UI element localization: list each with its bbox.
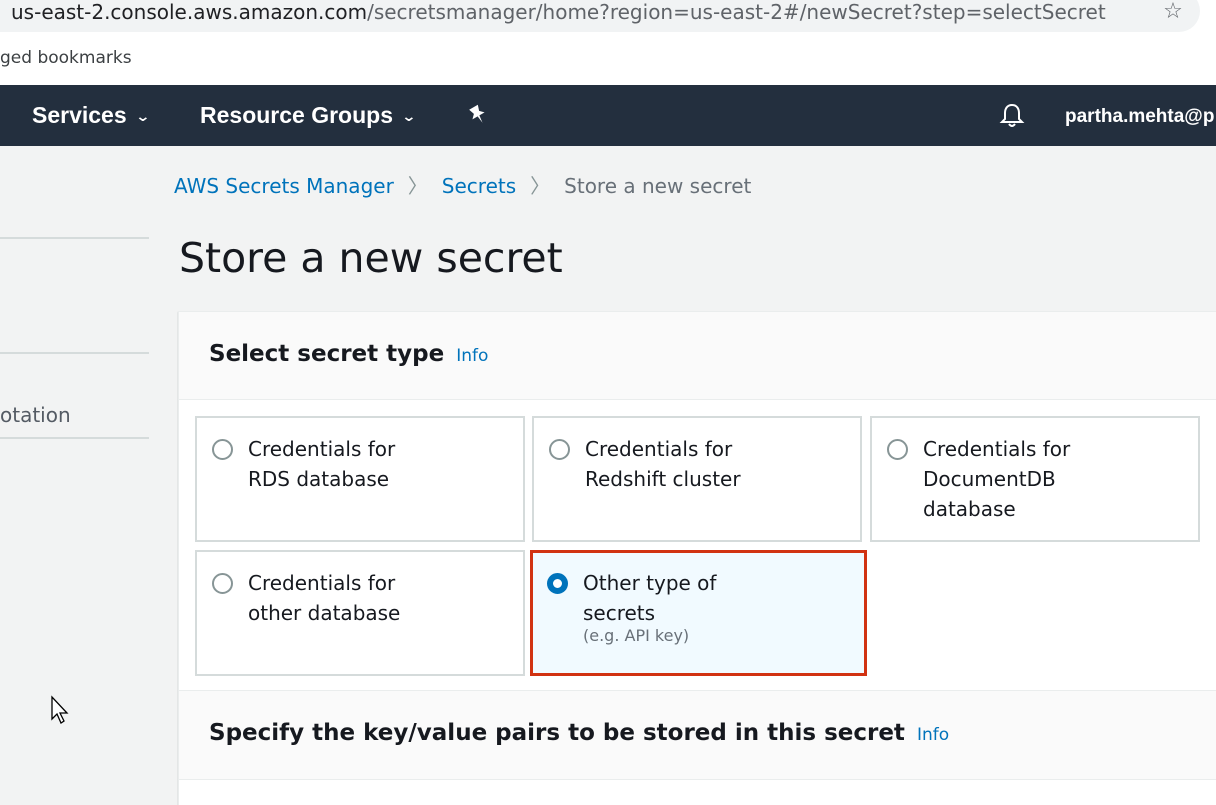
url-host: us-east-2.console.aws.amazon.com xyxy=(11,0,368,24)
option-label: Credentials for RDS database xyxy=(248,434,508,494)
panel-header: Select secret type Info xyxy=(179,312,1216,400)
option-label: Credentials for Redshift cluster xyxy=(585,434,845,494)
info-link[interactable]: Info xyxy=(917,725,949,745)
option-rds-database[interactable]: Credentials for RDS database xyxy=(195,416,525,542)
bell-icon[interactable] xyxy=(998,101,1026,129)
bookmark-star-icon[interactable]: ☆ xyxy=(1161,0,1185,24)
option-redshift-cluster[interactable]: Credentials for Redshift cluster xyxy=(532,416,862,542)
option-label: Credentials for DocumentDB database xyxy=(923,434,1183,524)
option-label: Credentials for other database xyxy=(248,568,508,628)
bookmarks-bar: ged bookmarks xyxy=(0,40,1216,85)
services-label: Services xyxy=(32,102,127,128)
managed-bookmarks-label[interactable]: ged bookmarks xyxy=(0,48,132,68)
breadcrumb-secrets-manager[interactable]: AWS Secrets Manager xyxy=(174,174,394,198)
resource-groups-label: Resource Groups xyxy=(200,102,393,128)
option-line: RDS database xyxy=(248,467,390,491)
panel-title: Select secret type Info xyxy=(209,341,488,367)
radio-button[interactable] xyxy=(212,439,233,460)
user-menu[interactable]: partha.mehta@p xyxy=(1065,85,1214,146)
url-path: /secretsmanager/home?region=us-east-2#/n… xyxy=(367,0,1106,24)
select-secret-type-title: Select secret type xyxy=(209,341,445,367)
breadcrumb: AWS Secrets Manager 〉 Secrets 〉 Store a new … xyxy=(174,170,751,198)
sidebar-divider xyxy=(0,437,149,439)
mouse-cursor-icon xyxy=(51,695,69,724)
page-title: Store a new secret xyxy=(179,234,563,282)
key-value-section-header: Specify the key/value pairs to be stored… xyxy=(179,690,1216,780)
option-line: Redshift cluster xyxy=(585,467,741,491)
option-other-database[interactable]: Credentials for other database xyxy=(195,550,525,676)
sidebar-divider xyxy=(0,352,149,354)
key-value-title: Specify the key/value pairs to be stored… xyxy=(209,720,905,746)
option-line: secrets xyxy=(583,601,656,625)
radio-button[interactable] xyxy=(549,439,570,460)
chevron-right-icon: 〉 xyxy=(530,174,551,198)
option-documentdb-database[interactable]: Credentials for DocumentDB database xyxy=(870,416,1200,542)
key-value-title-row: Specify the key/value pairs to be stored… xyxy=(209,720,949,746)
option-line: other database xyxy=(248,601,401,625)
option-label: Other type of secrets xyxy=(583,568,843,628)
option-line: DocumentDB xyxy=(923,467,1056,491)
resource-groups-menu[interactable]: Resource Groups ⌄ xyxy=(200,85,417,146)
pin-icon[interactable] xyxy=(466,103,490,127)
breadcrumb-secrets[interactable]: Secrets xyxy=(442,174,516,198)
aws-top-nav: Services ⌄ Resource Groups ⌄ partha.mehta@… xyxy=(0,85,1216,146)
option-hint: (e.g. API key) xyxy=(583,626,690,645)
chevron-right-icon: 〉 xyxy=(407,174,428,198)
chevron-down-icon: ⌄ xyxy=(401,108,417,125)
breadcrumb-current: Store a new secret xyxy=(564,174,752,198)
browser-toolbar: us-east-2.console.aws.amazon.com/secrets… xyxy=(0,0,1216,40)
services-menu[interactable]: Services ⌄ xyxy=(32,85,151,146)
option-line: Credentials for xyxy=(585,437,733,461)
radio-button[interactable] xyxy=(212,573,233,594)
radio-button-selected[interactable] xyxy=(547,573,568,594)
option-line: database xyxy=(923,497,1016,521)
info-link[interactable]: Info xyxy=(456,346,488,366)
chevron-down-icon: ⌄ xyxy=(134,108,151,125)
option-line: Other type of xyxy=(583,571,717,595)
option-line: Credentials for xyxy=(248,571,396,595)
radio-button[interactable] xyxy=(887,439,908,460)
option-line: Credentials for xyxy=(248,437,396,461)
sidebar-item-rotation[interactable]: otation xyxy=(0,403,71,427)
option-other-secrets[interactable]: Other type of secrets (e.g. API key) xyxy=(530,550,867,676)
sidebar-divider xyxy=(0,237,149,239)
secret-type-panel: Select secret type Info Credentials for R… xyxy=(178,311,1216,805)
url-text[interactable]: us-east-2.console.aws.amazon.com/secrets… xyxy=(11,0,1106,24)
option-line: Credentials for xyxy=(923,437,1071,461)
